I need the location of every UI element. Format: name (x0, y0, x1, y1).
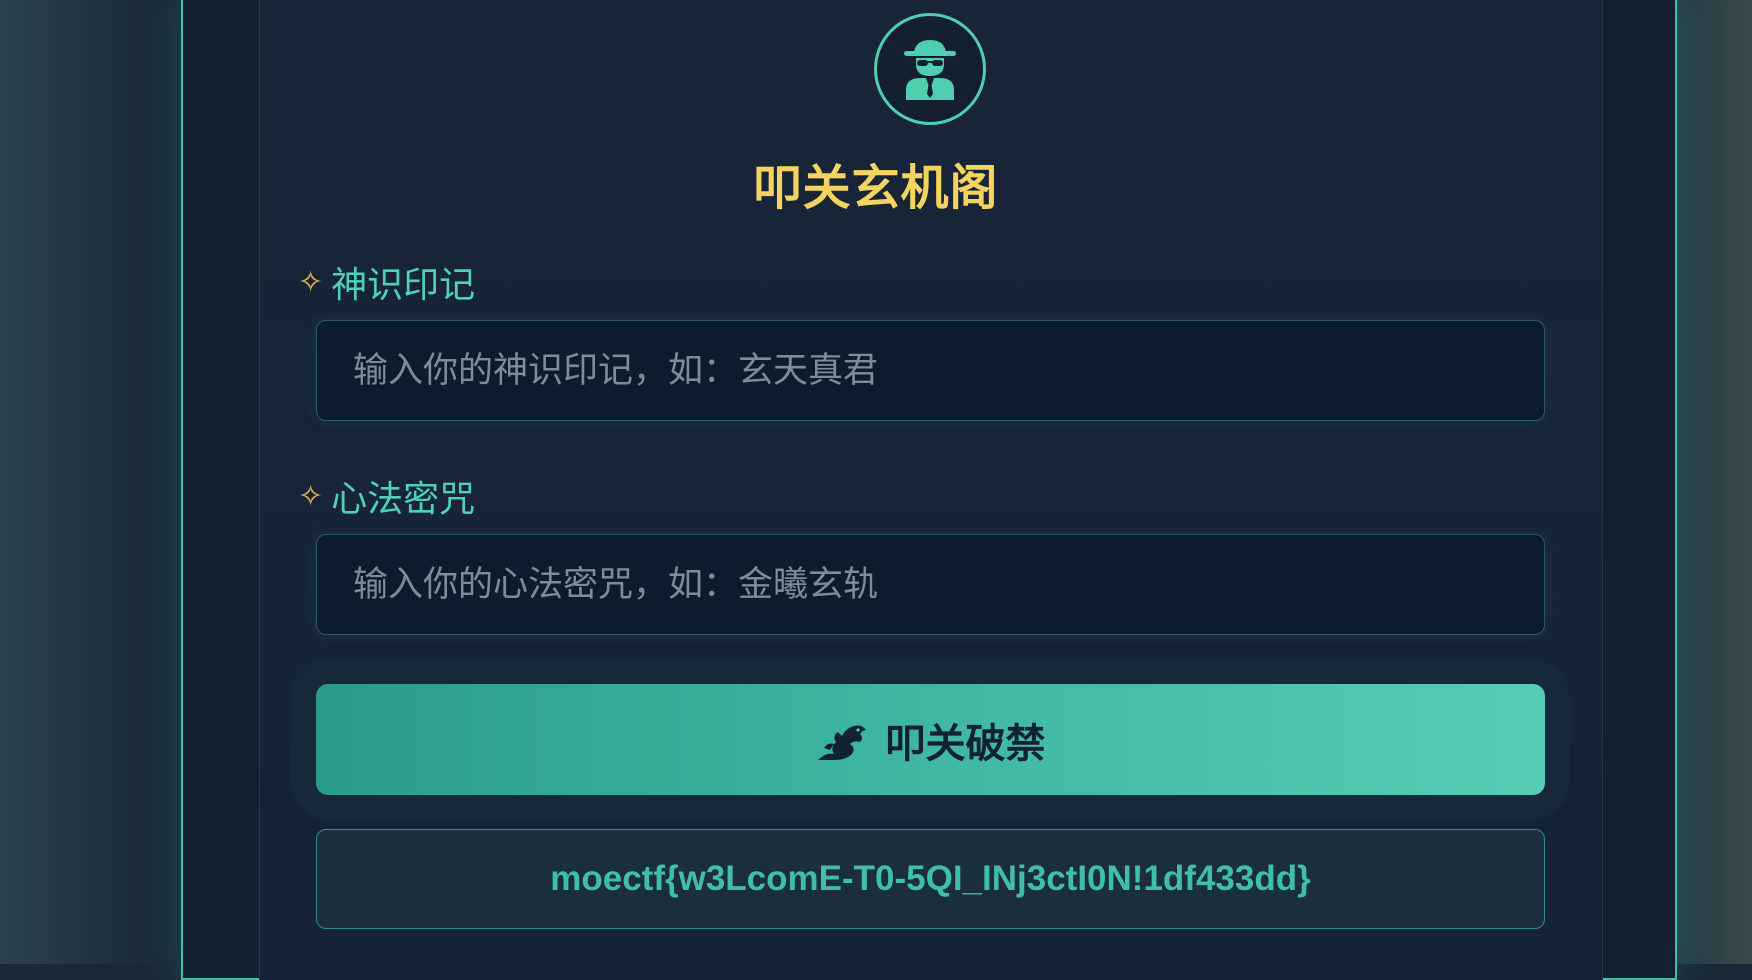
password-input[interactable] (316, 534, 1545, 635)
spy-icon (904, 40, 956, 100)
submit-button[interactable]: 叩关破禁 (316, 684, 1545, 795)
flag-text: moectf{w3LcomE-T0-5QI_INj3ctI0N!1df433dd… (550, 859, 1311, 898)
submit-label: 叩关破禁 (885, 720, 1046, 767)
password-label: ✧ 心法密咒 (298, 470, 475, 522)
sparkle-icon: ✧ (298, 264, 324, 300)
avatar (874, 13, 986, 125)
password-label-text: 心法密咒 (331, 479, 476, 520)
sparkle-icon: ✧ (298, 478, 324, 514)
username-label: ✧ 神识印记 (298, 256, 475, 308)
flag-result: moectf{w3LcomE-T0-5QI_INj3ctI0N!1df433dd… (316, 829, 1545, 929)
username-input[interactable] (316, 320, 1545, 421)
username-label-text: 神识印记 (331, 265, 476, 306)
dragon-icon (817, 725, 866, 760)
page-title: 叩关玄机阁 (753, 160, 999, 216)
